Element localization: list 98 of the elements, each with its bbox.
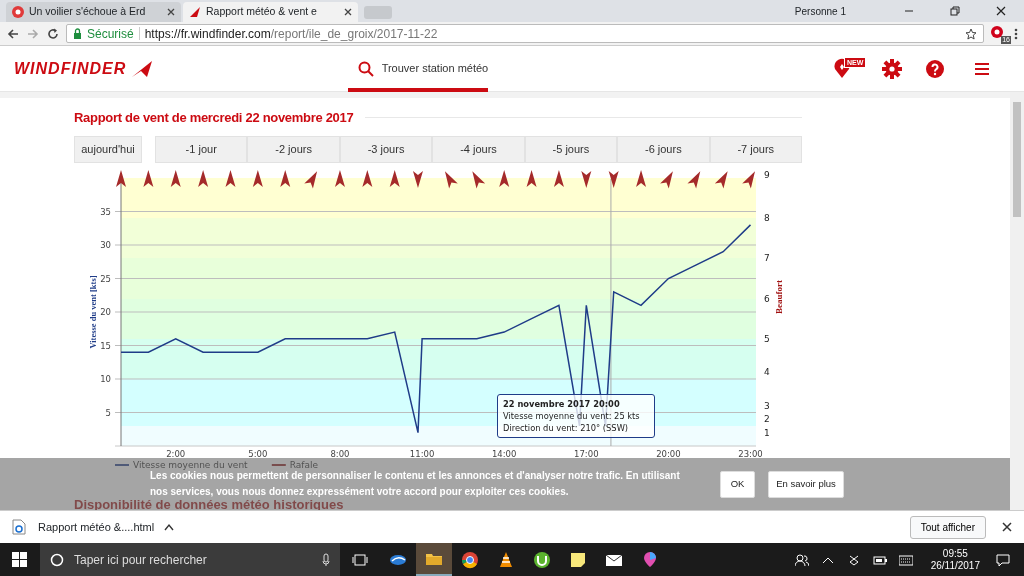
address-field[interactable]: Sécurisé https://fr.windfinder.com/report/ile_de_groix/2017-11-22: [66, 24, 984, 43]
x-tick-label: 11:00: [409, 448, 435, 459]
wind-direction-arrow: [581, 170, 592, 188]
cookie-button[interactable]: OK: [720, 470, 755, 498]
menu-icon[interactable]: [974, 61, 990, 76]
wind-direction-arrow: [472, 170, 486, 188]
microphone-icon[interactable]: [322, 552, 330, 567]
wind-direction-arrow: [225, 169, 236, 187]
x-tick-label: 14:00: [491, 448, 517, 459]
browser-tab[interactable]: Un voilier s'échoue à Erd: [6, 2, 181, 22]
x-tick-label: 5:00: [248, 448, 268, 459]
y-tick-label: 10: [100, 373, 111, 384]
y-tick-label: 20: [100, 306, 111, 317]
y-tick-label: 35: [100, 206, 111, 216]
y-tick-label: 5: [105, 407, 111, 417]
keyboard-icon[interactable]: [898, 552, 913, 567]
tab-favicon-icon: [189, 6, 201, 18]
wind-direction-arrow: [687, 170, 701, 188]
people-icon[interactable]: [794, 552, 809, 567]
y-axis-title: Vitesse du vent [kts]: [88, 274, 98, 349]
wind-direction-arrow: [198, 169, 209, 187]
beaufort-tick-label: 2: [764, 413, 770, 424]
beaufort-tick-label: 8: [764, 212, 770, 223]
search-icon[interactable]: [358, 60, 374, 77]
wind-direction-arrow: [252, 169, 263, 187]
day-tab[interactable]: -6 jours: [617, 135, 710, 163]
download-item[interactable]: Rapport météo &....html: [12, 518, 155, 536]
day-tab[interactable]: -4 jours: [432, 135, 525, 163]
beaufort-tick-label: 9: [764, 169, 770, 180]
y-tick-label: 25: [100, 273, 111, 283]
back-icon[interactable]: [6, 26, 20, 41]
beaufort-axis-title: Beaufort: [774, 279, 784, 314]
x-tick-label: 8:00: [330, 448, 350, 459]
profile-name[interactable]: Personne 1: [794, 3, 846, 19]
close-icon[interactable]: [344, 8, 352, 16]
wind-direction-arrow: [334, 169, 345, 187]
lock-icon: [73, 28, 82, 39]
y-tick-label: 15: [100, 340, 111, 350]
wind-direction-arrow: [714, 170, 728, 188]
day-tab[interactable]: -1 jour: [155, 135, 248, 163]
wind-direction-arrow: [389, 169, 400, 187]
close-icon[interactable]: [167, 8, 175, 16]
wind-direction-arrow: [304, 170, 318, 188]
wind-direction-arrow: [660, 170, 673, 188]
star-icon[interactable]: [965, 27, 977, 40]
beaufort-tick-label: 7: [764, 252, 770, 263]
wind-direction-arrow: [412, 170, 423, 188]
wind-direction-arrow: [608, 170, 619, 188]
notification-icon[interactable]: [996, 552, 1010, 567]
wind-direction-arrow: [742, 170, 756, 188]
x-tick-label: 2:00: [166, 448, 186, 459]
cookie-text: Les cookies nous permettent de personnaliser le contenu et les annonces et d'analyser notre trafic. En utilisant nos services, vous nous donnez expressément votre accord pour exploiter ces cookies.: [150, 470, 681, 499]
report-title: Rapport de vent de mercredi 22 novembre 2017: [74, 109, 354, 127]
task-view-icon[interactable]: [352, 552, 368, 567]
wind-direction-arrow: [170, 169, 181, 187]
cookie-button[interactable]: En savoir plus: [768, 470, 844, 498]
wind-direction-arrow: [526, 169, 537, 187]
day-tab[interactable]: -2 jours: [247, 135, 340, 163]
restore-icon[interactable]: [949, 5, 961, 17]
wind-direction-arrow: [143, 169, 154, 187]
chart-tooltip: 22 novembre 2017 20:00 Vitesse moyenne du vent: 25 kts Direction du vent: 210° (SSW): [497, 393, 655, 438]
x-tick-label: 23:00: [738, 448, 763, 459]
close-icon[interactable]: [995, 5, 1007, 17]
day-tab[interactable]: aujourd'hui: [74, 135, 142, 163]
site-logo[interactable]: WINDFINDER: [14, 56, 153, 81]
folder-icon[interactable]: [416, 543, 452, 576]
x-tick-label: 20:00: [656, 448, 681, 459]
wind-direction-arrow: [280, 169, 291, 187]
beaufort-tick-label: 3: [764, 400, 770, 411]
circle-icon: [50, 552, 64, 567]
settings-icon[interactable]: [882, 58, 902, 79]
browser-tab[interactable]: Rapport météo & vent e: [183, 2, 358, 22]
close-icon[interactable]: [1002, 522, 1012, 532]
menu-icon[interactable]: [1014, 26, 1018, 41]
beaufort-tick-label: 5: [764, 333, 770, 344]
caret-icon[interactable]: [164, 523, 175, 531]
start-icon[interactable]: [12, 551, 28, 568]
reload-icon[interactable]: [46, 26, 60, 41]
wind-direction-arrow: [553, 169, 564, 187]
wind-direction-arrow: [362, 169, 373, 187]
wind-direction-arrow: [499, 169, 510, 187]
beaufort-tick-label: 1: [764, 427, 770, 438]
taskbar-search-field[interactable]: Taper ici pour rechercher: [40, 543, 340, 576]
day-tab[interactable]: -7 jours: [709, 135, 802, 163]
clock[interactable]: 09:55 26/11/2017: [930, 547, 980, 572]
show-all-button[interactable]: Tout afficher: [909, 515, 986, 539]
y-tick-label: 30: [100, 239, 111, 250]
wind-direction-arrow: [116, 169, 126, 187]
day-tab[interactable]: -5 jours: [524, 135, 618, 163]
tab-favicon-icon: [12, 6, 24, 18]
day-tab[interactable]: -3 jours: [339, 135, 433, 163]
beaufort-tick-label: 4: [764, 366, 770, 377]
beaufort-tick-label: 6: [764, 293, 770, 304]
wind-direction-arrow: [636, 169, 647, 187]
wind-direction-arrow: [444, 170, 458, 188]
help-icon[interactable]: [926, 59, 944, 78]
x-tick-label: 17:00: [574, 448, 599, 459]
file-icon: [12, 519, 26, 535]
